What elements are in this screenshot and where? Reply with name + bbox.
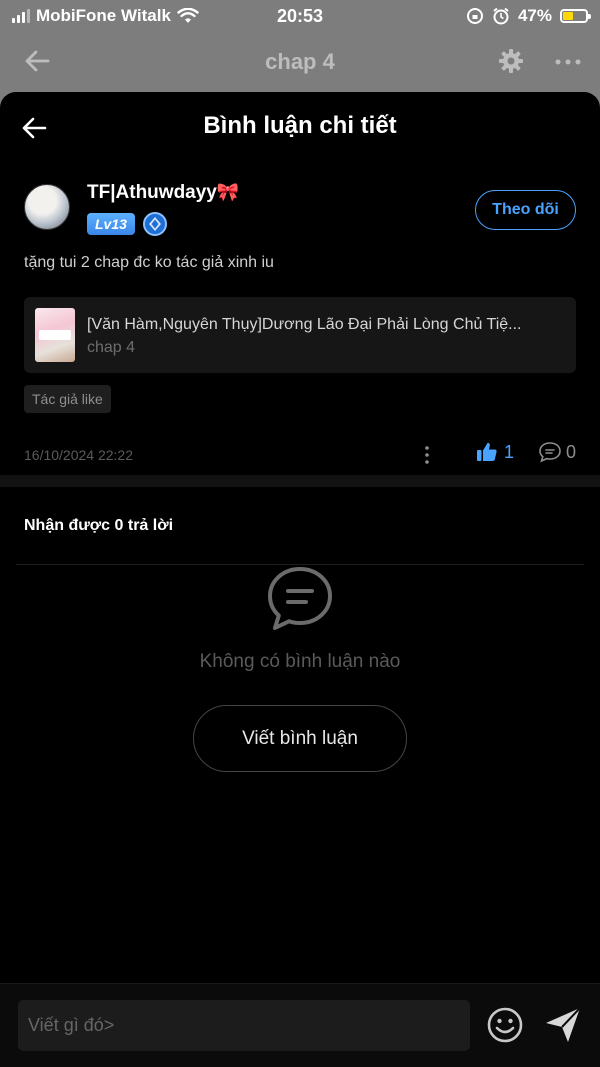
author-like-tag: Tác giả like <box>24 385 111 413</box>
wifi-icon <box>177 8 199 23</box>
main-comment: TF|Athuwdayy🎀 Lv13 Theo dõi tặng tui 2 c… <box>0 182 600 475</box>
rotation-lock-icon <box>466 8 483 24</box>
more-vertical-icon[interactable] <box>422 443 432 467</box>
status-right: 47% <box>466 0 591 32</box>
author-name[interactable]: TF|Athuwdayy🎀 <box>87 182 239 204</box>
more-horizontal-icon[interactable] <box>554 52 582 72</box>
section-divider <box>0 475 600 487</box>
alarm-icon <box>493 7 509 25</box>
shield-badge-icon <box>142 212 167 236</box>
comment-timestamp: 16/10/2024 22:22 <box>24 447 133 463</box>
replies-count-title: Nhận được 0 trả lời <box>24 517 174 534</box>
empty-state: Không có bình luận nào Viết bình luận <box>0 565 600 825</box>
bow-emoji: 🎀 <box>216 182 240 202</box>
gear-icon[interactable] <box>498 48 524 74</box>
empty-state-text: Không có bình luận nào <box>199 651 401 672</box>
avatar[interactable] <box>24 184 70 230</box>
send-icon[interactable] <box>544 1006 582 1044</box>
chapter-card-title: [Văn Hàm,Nguyên Thụy]Dương Lão Đại Phải … <box>87 316 522 333</box>
emoji-icon[interactable] <box>486 1006 524 1044</box>
comment-input[interactable] <box>18 1000 470 1051</box>
comment-detail-sheet: Bình luận chi tiết TF|Athuwdayy🎀 Lv13 Th… <box>0 92 600 1067</box>
author-badges: Lv13 <box>87 212 167 236</box>
replies-header: Nhận được 0 trả lời <box>16 487 584 565</box>
author-row: TF|Athuwdayy🎀 Lv13 Theo dõi <box>24 182 576 244</box>
status-bar: MobiFone Witalk 20:53 47% <box>0 0 600 32</box>
like-count: 1 <box>504 441 515 462</box>
empty-comment-icon <box>268 567 332 630</box>
signal-icon <box>12 9 30 23</box>
sheet-header: Bình luận chi tiết <box>0 92 600 162</box>
background-nav-bar: chap 4 <box>0 36 600 88</box>
battery-percent: 47% <box>517 6 552 25</box>
level-badge: Lv13 <box>87 213 135 235</box>
comment-bubble-icon <box>539 442 561 463</box>
author-name-text: TF|Athuwdayy <box>87 182 217 203</box>
thumbs-up-icon <box>477 442 497 461</box>
follow-button[interactable]: Theo dõi <box>475 190 576 230</box>
status-left: MobiFone Witalk <box>12 6 232 26</box>
comment-input-bar <box>0 983 600 1067</box>
comment-text: tặng tui 2 chap đc ko tác giả xinh iu <box>24 254 274 271</box>
battery-icon <box>560 9 591 23</box>
reply-count: 0 <box>566 441 577 462</box>
chapter-thumbnail <box>35 308 75 362</box>
battery-fill <box>563 12 574 20</box>
sheet-title: Bình luận chi tiết <box>203 112 397 139</box>
comment-meta-row: 16/10/2024 22:22 1 0 <box>24 435 576 475</box>
carrier-name: MobiFone Witalk <box>36 6 171 25</box>
write-comment-button[interactable]: Viết bình luận <box>193 705 407 772</box>
chapter-card[interactable]: [Văn Hàm,Nguyên Thụy]Dương Lão Đại Phải … <box>24 297 576 373</box>
reply-button[interactable]: 0 <box>538 441 576 463</box>
like-button[interactable]: 1 <box>476 441 514 463</box>
chapter-card-subtitle: chap 4 <box>87 339 136 356</box>
